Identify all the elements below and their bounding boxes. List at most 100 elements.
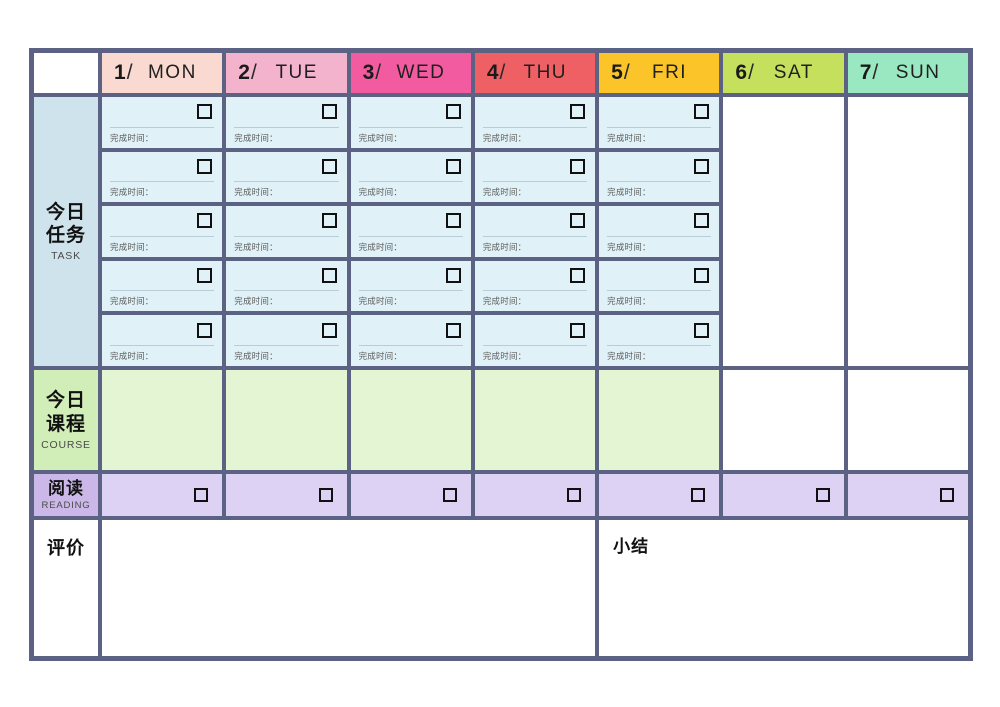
task-cell[interactable]: 完成时间： — [348, 258, 473, 314]
checkbox-empty-icon[interactable] — [694, 158, 710, 174]
checkbox-empty-icon[interactable] — [321, 268, 337, 284]
checkbox-empty-icon[interactable] — [445, 322, 461, 338]
task-time-area[interactable]: 完成时间： — [102, 237, 222, 257]
day-header-thu[interactable]: 4/THU — [472, 51, 598, 95]
checkbox-empty-icon[interactable] — [445, 104, 461, 120]
task-time-area[interactable]: 完成时间： — [475, 182, 595, 202]
task-blank-sat[interactable] — [721, 95, 846, 368]
task-cell[interactable]: 完成时间： — [224, 258, 349, 314]
checkbox-empty-icon[interactable] — [570, 322, 586, 338]
task-time-area[interactable]: 完成时间： — [599, 237, 719, 257]
checkbox-empty-icon[interactable] — [197, 158, 213, 174]
checkbox-empty-icon[interactable] — [694, 104, 710, 120]
task-time-area[interactable]: 完成时间： — [599, 182, 719, 202]
task-time-area[interactable]: 完成时间： — [351, 291, 471, 311]
task-time-area[interactable]: 完成时间： — [102, 182, 222, 202]
task-cell[interactable]: 完成时间： — [348, 313, 473, 368]
task-time-area[interactable]: 完成时间： — [226, 346, 346, 366]
task-time-area[interactable]: 完成时间： — [599, 128, 719, 148]
course-blank-sun[interactable] — [845, 368, 970, 472]
checkbox-empty-icon[interactable] — [445, 268, 461, 284]
reading-cell[interactable] — [597, 472, 722, 518]
task-cell[interactable]: 完成时间： — [348, 149, 473, 205]
task-cell[interactable]: 完成时间： — [224, 95, 349, 150]
task-entry-area[interactable] — [226, 152, 346, 182]
task-entry-area[interactable] — [475, 97, 595, 127]
task-time-area[interactable]: 完成时间： — [102, 128, 222, 148]
task-time-area[interactable]: 完成时间： — [475, 128, 595, 148]
checkbox-empty-icon[interactable] — [570, 104, 586, 120]
course-blank-sat[interactable] — [721, 368, 846, 472]
checkbox-empty-icon[interactable] — [321, 104, 337, 120]
task-cell[interactable]: 完成时间： — [100, 95, 225, 150]
course-cell[interactable] — [348, 368, 473, 472]
task-entry-area[interactable] — [475, 206, 595, 236]
checkbox-empty-icon[interactable] — [445, 158, 461, 174]
checkbox-empty-icon[interactable] — [197, 104, 213, 120]
task-entry-area[interactable] — [226, 315, 346, 345]
task-entry-area[interactable] — [599, 152, 719, 182]
task-cell[interactable]: 完成时间： — [348, 204, 473, 259]
task-cell[interactable]: 完成时间： — [224, 149, 349, 205]
task-entry-area[interactable] — [475, 152, 595, 182]
task-entry-area[interactable] — [351, 261, 471, 291]
checkbox-empty-icon[interactable] — [939, 488, 954, 502]
task-entry-area[interactable] — [102, 315, 222, 345]
task-time-area[interactable]: 完成时间： — [475, 291, 595, 311]
task-cell[interactable]: 完成时间： — [472, 149, 598, 205]
task-time-area[interactable]: 完成时间： — [226, 237, 346, 257]
task-cell[interactable]: 完成时间： — [472, 313, 598, 368]
task-time-area[interactable]: 完成时间： — [102, 291, 222, 311]
checkbox-empty-icon[interactable] — [197, 268, 213, 284]
task-cell[interactable]: 完成时间： — [100, 204, 225, 259]
reading-cell[interactable] — [472, 472, 598, 518]
checkbox-empty-icon[interactable] — [197, 322, 213, 338]
checkbox-empty-icon[interactable] — [321, 322, 337, 338]
checkbox-empty-icon[interactable] — [194, 488, 209, 502]
task-cell[interactable]: 完成时间： — [100, 258, 225, 314]
checkbox-empty-icon[interactable] — [694, 322, 710, 338]
task-entry-area[interactable] — [599, 206, 719, 236]
reading-cell[interactable] — [845, 472, 970, 518]
checkbox-empty-icon[interactable] — [318, 488, 333, 502]
task-entry-area[interactable] — [102, 206, 222, 236]
checkbox-empty-icon[interactable] — [197, 213, 213, 229]
task-cell[interactable]: 完成时间： — [224, 313, 349, 368]
day-header-mon[interactable]: 1/MON — [100, 51, 225, 95]
task-entry-area[interactable] — [351, 97, 471, 127]
checkbox-empty-icon[interactable] — [321, 213, 337, 229]
task-cell[interactable]: 完成时间： — [100, 149, 225, 205]
task-entry-area[interactable] — [475, 315, 595, 345]
task-time-area[interactable]: 完成时间： — [351, 182, 471, 202]
task-time-area[interactable]: 完成时间： — [475, 237, 595, 257]
task-cell[interactable]: 完成时间： — [472, 204, 598, 259]
checkbox-empty-icon[interactable] — [442, 488, 457, 502]
course-cell[interactable] — [224, 368, 349, 472]
reading-cell[interactable] — [348, 472, 473, 518]
task-time-area[interactable]: 完成时间： — [102, 346, 222, 366]
task-entry-area[interactable] — [102, 261, 222, 291]
checkbox-empty-icon[interactable] — [321, 158, 337, 174]
task-time-area[interactable]: 完成时间： — [351, 128, 471, 148]
checkbox-empty-icon[interactable] — [815, 488, 830, 502]
task-entry-area[interactable] — [475, 261, 595, 291]
task-entry-area[interactable] — [226, 206, 346, 236]
checkbox-empty-icon[interactable] — [694, 268, 710, 284]
task-time-area[interactable]: 完成时间： — [351, 346, 471, 366]
task-time-area[interactable]: 完成时间： — [226, 128, 346, 148]
task-cell[interactable]: 完成时间： — [597, 95, 722, 150]
day-header-wed[interactable]: 3/WED — [348, 51, 473, 95]
checkbox-empty-icon[interactable] — [691, 488, 706, 502]
task-cell[interactable]: 完成时间： — [100, 313, 225, 368]
checkbox-empty-icon[interactable] — [570, 213, 586, 229]
task-entry-area[interactable] — [599, 97, 719, 127]
task-entry-area[interactable] — [599, 261, 719, 291]
task-entry-area[interactable] — [102, 152, 222, 182]
task-entry-area[interactable] — [351, 152, 471, 182]
day-header-sun[interactable]: 7/SUN — [845, 51, 970, 95]
course-cell[interactable] — [472, 368, 598, 472]
day-header-sat[interactable]: 6/SAT — [721, 51, 846, 95]
task-entry-area[interactable] — [226, 97, 346, 127]
task-time-area[interactable]: 完成时间： — [351, 237, 471, 257]
task-cell[interactable]: 完成时间： — [597, 149, 722, 205]
